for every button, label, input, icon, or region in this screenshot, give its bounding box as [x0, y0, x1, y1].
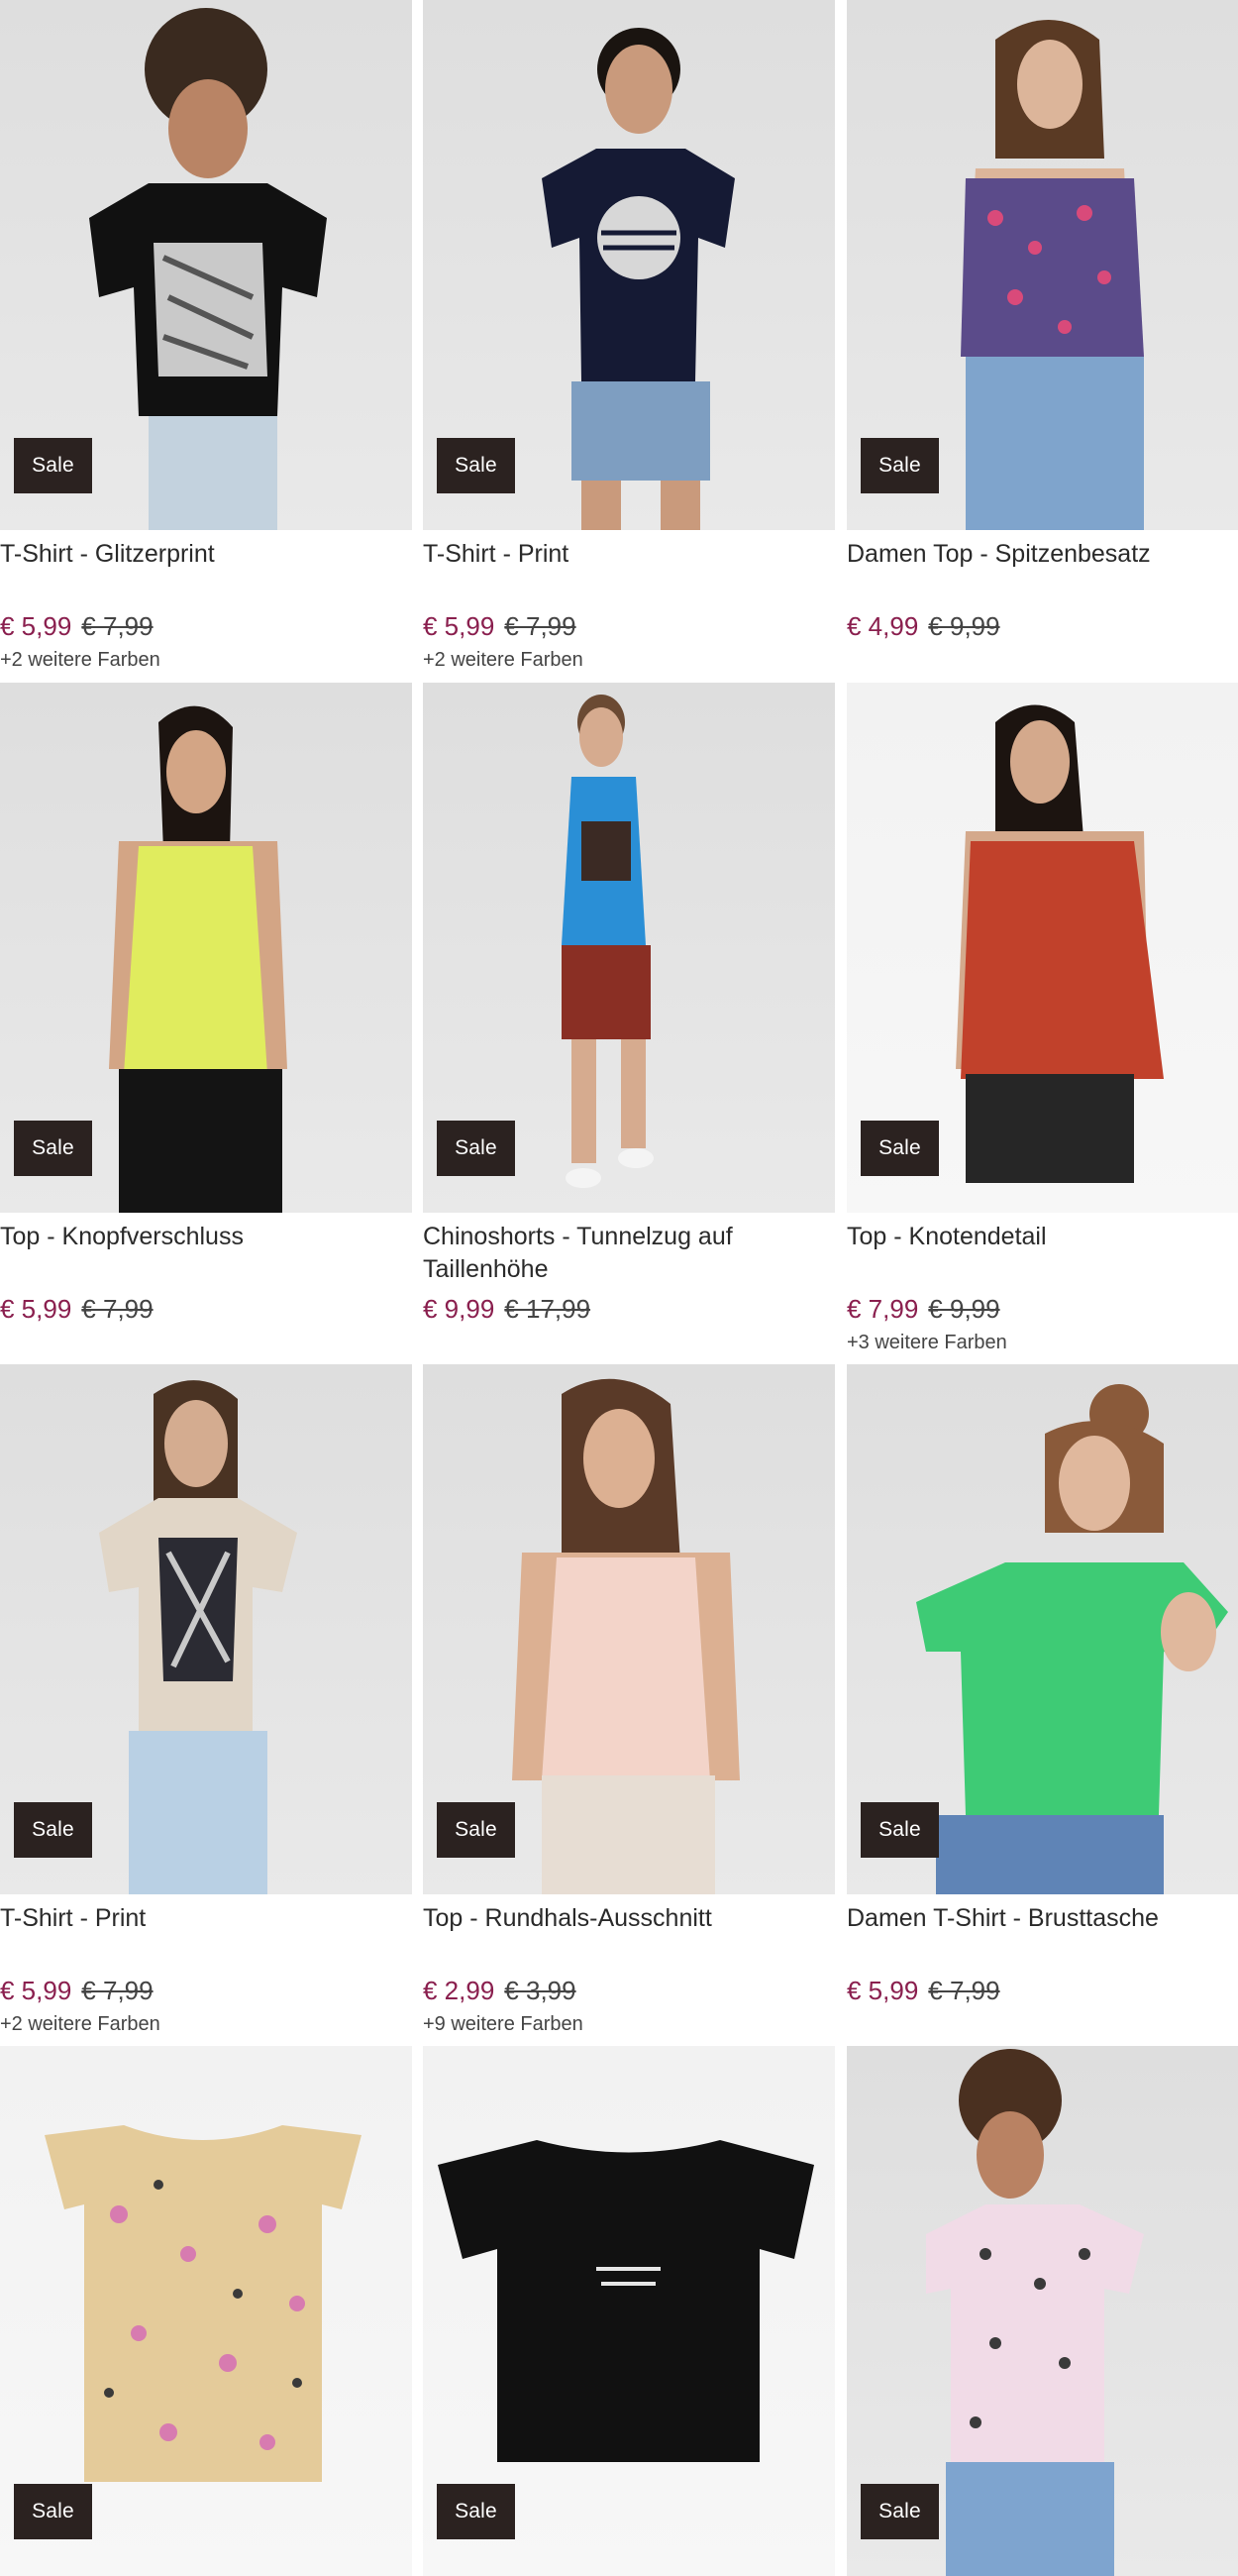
product-prices: € 5,99 € 7,99 — [847, 1974, 1238, 2007]
product-prices: € 4,99 € 9,99 — [847, 609, 1238, 643]
price-original: € 7,99 — [81, 1294, 154, 1324]
product-image[interactable]: Sale — [847, 683, 1238, 1213]
price-original: € 7,99 — [81, 1976, 154, 2005]
product-image[interactable]: Sale — [847, 2046, 1238, 2576]
product-image[interactable]: Sale — [423, 2046, 835, 2576]
product-card[interactable]: Sale Damen Top - Spitzenbesatz € 4,99 € 9… — [847, 0, 1238, 647]
price-original: € 7,99 — [81, 611, 154, 641]
product-image[interactable]: Sale — [847, 1364, 1238, 1894]
price-current: € 5,99 — [847, 1976, 919, 2005]
sale-badge: Sale — [14, 1121, 92, 1176]
product-title[interactable]: Chinoshorts - Tunnelzug auf Taillenhöhe — [423, 1221, 835, 1286]
price-original: € 9,99 — [928, 1294, 1000, 1324]
product-image[interactable]: Sale — [0, 2046, 412, 2576]
price-original: € 17,99 — [504, 1294, 591, 1324]
sale-badge: Sale — [861, 1802, 939, 1858]
product-image[interactable]: Sale — [0, 683, 412, 1213]
product-prices: € 9,99 € 17,99 — [423, 1292, 835, 1326]
product-card[interactable]: Sale Top - Knotendetail € 7,99 € 9,99 +3 … — [847, 683, 1238, 1355]
sale-badge: Sale — [437, 1121, 515, 1176]
product-image[interactable]: Sale — [423, 1364, 835, 1894]
product-title[interactable]: T-Shirt - Glitzerprint — [0, 538, 412, 603]
sale-badge: Sale — [861, 438, 939, 493]
price-original: € 7,99 — [504, 611, 576, 641]
product-card[interactable]: Sale Damen T-Shirt - Brusttasche € 5,99 €… — [847, 1364, 1238, 2011]
price-current: € 2,99 — [423, 1976, 495, 2005]
product-card[interactable]: Sale — [0, 2046, 412, 2576]
product-card[interactable]: Sale — [423, 2046, 835, 2576]
product-title[interactable]: Top - Rundhals-Ausschnitt — [423, 1902, 835, 1968]
product-prices: € 5,99 € 7,99 — [0, 609, 412, 643]
sale-badge: Sale — [437, 2484, 515, 2539]
product-grid: Sale T-Shirt - Glitzerprint € 5,99 € 7,99… — [0, 0, 1238, 2576]
product-prices: € 5,99 € 7,99 — [0, 1292, 412, 1326]
price-original: € 9,99 — [928, 611, 1000, 641]
product-card[interactable]: Sale — [847, 2046, 1238, 2576]
price-current: € 9,99 — [423, 1294, 495, 1324]
more-colors[interactable]: +2 weitere Farben — [0, 647, 412, 673]
product-card[interactable]: Sale Chinoshorts - Tunnelzug auf Taillen… — [423, 683, 835, 1330]
product-card[interactable]: Sale T-Shirt - Print € 5,99 € 7,99 +2 wei… — [423, 0, 835, 673]
price-original: € 7,99 — [928, 1976, 1000, 2005]
product-image[interactable]: Sale — [847, 0, 1238, 530]
more-colors[interactable]: +3 weitere Farben — [847, 1330, 1238, 1355]
product-prices: € 5,99 € 7,99 — [423, 609, 835, 643]
sale-badge: Sale — [14, 1802, 92, 1858]
sale-badge: Sale — [861, 2484, 939, 2539]
price-current: € 5,99 — [0, 611, 72, 641]
product-title[interactable]: Top - Knopfverschluss — [0, 1221, 412, 1286]
more-colors[interactable]: +2 weitere Farben — [423, 647, 835, 673]
price-current: € 5,99 — [423, 611, 495, 641]
product-card[interactable]: Sale T-Shirt - Glitzerprint € 5,99 € 7,99… — [0, 0, 412, 673]
product-title[interactable]: Top - Knotendetail — [847, 1221, 1238, 1286]
price-current: € 5,99 — [0, 1976, 72, 2005]
product-card[interactable]: Sale T-Shirt - Print € 5,99 € 7,99 +2 wei… — [0, 1364, 412, 2037]
sale-badge: Sale — [437, 438, 515, 493]
product-card[interactable]: Sale Top - Rundhals-Ausschnitt € 2,99 € 3… — [423, 1364, 835, 2037]
product-image[interactable]: Sale — [0, 0, 412, 530]
product-prices: € 7,99 € 9,99 — [847, 1292, 1238, 1326]
product-image[interactable]: Sale — [423, 0, 835, 530]
sale-badge: Sale — [14, 438, 92, 493]
more-colors[interactable]: +9 weitere Farben — [423, 2011, 835, 2037]
product-image[interactable]: Sale — [0, 1364, 412, 1894]
sale-badge: Sale — [437, 1802, 515, 1858]
price-original: € 3,99 — [504, 1976, 576, 2005]
product-card[interactable]: Sale Top - Knopfverschluss € 5,99 € 7,99 — [0, 683, 412, 1330]
product-title[interactable]: Damen Top - Spitzenbesatz — [847, 538, 1238, 603]
price-current: € 7,99 — [847, 1294, 919, 1324]
price-current: € 4,99 — [847, 611, 919, 641]
product-title[interactable]: Damen T-Shirt - Brusttasche — [847, 1902, 1238, 1968]
product-title[interactable]: T-Shirt - Print — [423, 538, 835, 603]
sale-badge: Sale — [861, 1121, 939, 1176]
product-prices: € 2,99 € 3,99 — [423, 1974, 835, 2007]
product-prices: € 5,99 € 7,99 — [0, 1974, 412, 2007]
product-image[interactable]: Sale — [423, 683, 835, 1213]
product-title[interactable]: T-Shirt - Print — [0, 1902, 412, 1968]
sale-badge: Sale — [14, 2484, 92, 2539]
price-current: € 5,99 — [0, 1294, 72, 1324]
more-colors[interactable]: +2 weitere Farben — [0, 2011, 412, 2037]
